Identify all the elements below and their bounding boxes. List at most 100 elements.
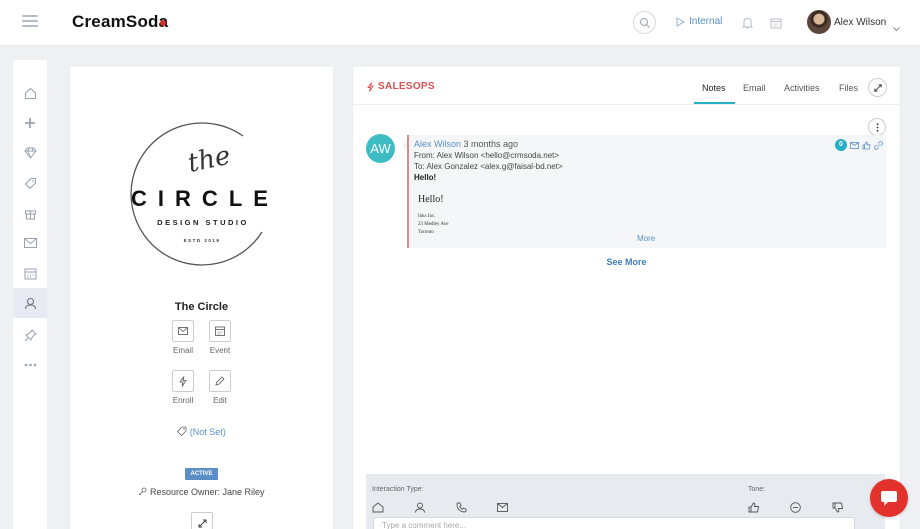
nav-mail[interactable]: [13, 228, 47, 258]
nav-calendar[interactable]: [13, 258, 47, 288]
status-badge: ACTIVE: [185, 468, 218, 480]
event-action-button[interactable]: Event: [202, 320, 238, 355]
note-author-link[interactable]: Alex Wilson: [414, 139, 461, 149]
tab-activities[interactable]: Activities: [784, 83, 820, 93]
nav-more[interactable]: [13, 350, 47, 380]
nav-home[interactable]: [13, 78, 47, 108]
link-icon[interactable]: [874, 140, 883, 150]
note-count-badge: 0: [835, 139, 847, 151]
enroll-action-button[interactable]: Enroll: [165, 370, 201, 405]
nav-gifts[interactable]: [13, 198, 47, 228]
note-subject: Hello!: [414, 173, 437, 182]
note-time: 3 months ago: [463, 139, 519, 149]
edit-action-button[interactable]: Edit: [202, 370, 238, 405]
pin-icon: [24, 328, 37, 341]
internal-status-link[interactable]: Internal: [676, 16, 722, 27]
nav-contacts[interactable]: [13, 288, 47, 318]
email-action-box: [172, 320, 194, 342]
diamond-icon: [23, 147, 37, 159]
neutral-icon[interactable]: [790, 502, 801, 513]
note-header: Alex Wilson 3 months ago: [414, 139, 518, 149]
logo-word: CIRCLE: [131, 186, 279, 211]
tags-field[interactable]: (Not Set): [70, 426, 333, 437]
tone-label: Tone:: [748, 486, 766, 493]
gift-icon: [24, 210, 36, 219]
company-name: The Circle: [174, 301, 229, 313]
note-to: To: Alex Gonzalez <alex.g@faisal-bd.net>: [414, 162, 563, 171]
nav-tags[interactable]: [13, 168, 47, 198]
expand-icon: [198, 519, 206, 527]
vertical-dots-icon: [876, 122, 878, 132]
search-icon: [639, 17, 650, 28]
thumbs-down-icon[interactable]: [832, 502, 844, 513]
interaction-type-label: Interaction Type:: [372, 486, 424, 493]
calendar-icon[interactable]: [770, 16, 782, 34]
email-action-button[interactable]: Email: [165, 320, 201, 355]
search-button[interactable]: [633, 11, 656, 34]
mail-icon[interactable]: [850, 141, 859, 149]
tags-value[interactable]: (Not Set): [190, 427, 226, 437]
nav-pins[interactable]: [13, 320, 47, 350]
tab-notes[interactable]: Notes: [702, 83, 726, 93]
calendar-icon: [215, 326, 225, 336]
nav-deals[interactable]: [13, 138, 47, 168]
mail-icon[interactable]: [497, 503, 508, 512]
note-item: Alex Wilson 3 months ago From: Alex Wils…: [407, 135, 886, 248]
tab-email[interactable]: Email: [743, 83, 766, 93]
user-avatar[interactable]: [807, 10, 831, 34]
activity-panel: SALESOPS Notes Email Activities Files AW…: [353, 67, 900, 529]
note-more-link[interactable]: More: [637, 234, 655, 243]
event-action-label: Event: [209, 346, 231, 355]
chat-icon: [881, 490, 897, 506]
hamburger-menu-icon[interactable]: [22, 15, 38, 27]
home-icon: [24, 87, 36, 99]
company-logo: the CIRCLE DESIGN STUDIO ESTD 2019: [110, 112, 300, 282]
email-action-label: Email: [172, 346, 193, 355]
panel-title-text: SALESOPS: [378, 81, 435, 92]
home-icon[interactable]: [372, 502, 384, 513]
internal-status-label: Internal: [689, 16, 723, 27]
chat-widget-button[interactable]: [870, 479, 908, 517]
resource-owner: Resource Owner: Jane Riley: [70, 487, 333, 497]
user-icon[interactable]: [414, 502, 426, 513]
expand-profile-button[interactable]: [191, 512, 213, 529]
tab-divider: [353, 104, 900, 105]
lightning-icon: [367, 81, 374, 92]
see-more-link[interactable]: See More: [353, 257, 900, 267]
user-name[interactable]: Alex Wilson: [834, 17, 886, 28]
note-actions: 0: [835, 139, 883, 151]
nav-add[interactable]: [13, 108, 47, 138]
thumbs-up-icon[interactable]: [862, 141, 871, 150]
expand-icon: [873, 83, 882, 92]
note-body-line: 23 Medley Ave: [418, 222, 449, 227]
panel-title: SALESOPS: [367, 81, 435, 92]
note-author-avatar[interactable]: AW: [366, 134, 395, 163]
mail-icon: [23, 238, 37, 248]
tab-files[interactable]: Files: [839, 83, 858, 93]
user-icon: [24, 297, 36, 309]
comment-input[interactable]: Type a comment here...: [373, 517, 855, 529]
play-icon: [676, 16, 685, 27]
profile-card: the CIRCLE DESIGN STUDIO ESTD 2019 The C…: [70, 67, 333, 529]
logo-established: ESTD 2019: [184, 238, 221, 243]
notifications-bell-icon[interactable]: [741, 16, 754, 34]
calendar-icon: [24, 268, 36, 279]
resource-owner-label: Resource Owner: Jane Riley: [149, 487, 265, 497]
phone-icon[interactable]: [456, 502, 467, 513]
mail-icon: [178, 327, 188, 335]
note-body-greeting: Hello!: [418, 194, 444, 205]
top-bar: CreamSoda Internal Alex Wilson: [0, 0, 920, 46]
logo-subtitle: DESIGN STUDIO: [157, 218, 249, 227]
compose-area: Interaction Type: Tone: Type a comment h…: [366, 474, 885, 529]
note-body-line: Toronto: [418, 230, 434, 235]
note-options-button[interactable]: [868, 118, 886, 136]
pen-icon: [215, 376, 225, 386]
logo-script: the: [185, 141, 233, 179]
left-sidebar: [13, 60, 47, 529]
note-body-line: Inks Inc.: [418, 214, 436, 219]
brand-logo[interactable]: CreamSoda: [72, 12, 168, 32]
lightning-icon: [179, 375, 187, 387]
chevron-down-icon[interactable]: [893, 19, 900, 37]
expand-panel-button[interactable]: [868, 78, 887, 97]
thumbs-up-icon[interactable]: [748, 502, 760, 513]
